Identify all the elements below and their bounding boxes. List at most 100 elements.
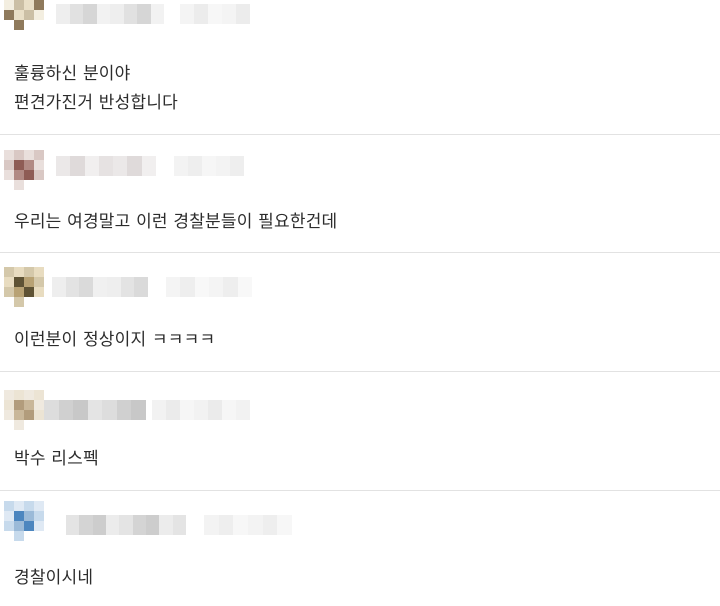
comment-author-row[interactable]: [0, 0, 720, 46]
mosaic-block: [69, 4, 83, 24]
mosaic-block: [123, 4, 137, 24]
avatar-mosaic-tile: [4, 390, 14, 400]
mosaic-block: [105, 515, 120, 535]
avatar-mosaic-tile: [4, 297, 14, 307]
author-name[interactable]: [66, 515, 186, 535]
comment-timestamp: [166, 277, 252, 297]
mosaic-block: [230, 156, 244, 176]
comment-timestamp: [152, 400, 250, 420]
avatar[interactable]: [4, 150, 44, 190]
avatar-mosaic-tile: [24, 10, 34, 20]
mosaic-block: [159, 515, 173, 535]
comment-item: 이런분이 정상이지 ㅋㅋㅋㅋ: [0, 253, 720, 372]
avatar-mosaic-tile: [4, 511, 14, 521]
author-name[interactable]: [56, 156, 156, 176]
avatar-mosaic-tile: [24, 287, 34, 297]
mosaic-block: [180, 4, 194, 24]
avatar-mosaic-tile: [24, 521, 34, 531]
mosaic-block: [194, 400, 208, 420]
mosaic-block: [116, 400, 132, 420]
mosaic-block: [180, 277, 195, 297]
avatar-mosaic-tile: [14, 521, 24, 531]
mosaic-block: [70, 156, 85, 176]
mosaic-block: [180, 400, 194, 420]
comment-text-line: 훌륭하신 분이야: [14, 64, 131, 84]
mosaic-block: [208, 277, 224, 297]
mosaic-block: [152, 400, 166, 420]
avatar-mosaic-tile: [34, 287, 44, 297]
avatar-mosaic-tile: [34, 277, 44, 287]
author-name[interactable]: [44, 400, 146, 420]
author-name[interactable]: [52, 277, 148, 297]
avatar[interactable]: [4, 390, 44, 430]
avatar-mosaic-tile: [4, 521, 14, 531]
author-name[interactable]: [56, 4, 164, 24]
avatar-mosaic-tile: [34, 170, 44, 180]
avatar-mosaic-tile: [14, 390, 24, 400]
mosaic-block: [98, 156, 114, 176]
mosaic-block: [222, 4, 236, 24]
avatar-mosaic-tile: [14, 277, 24, 287]
mosaic-block: [204, 515, 219, 535]
avatar-mosaic-tile: [4, 267, 14, 277]
avatar-mosaic-tile: [4, 410, 14, 420]
mosaic-block: [223, 277, 238, 297]
mosaic-block: [247, 515, 263, 535]
avatar-mosaic-tile: [34, 511, 44, 521]
mosaic-block: [208, 400, 222, 420]
comment-author-row[interactable]: [0, 134, 720, 194]
avatar-mosaic-tile: [34, 267, 44, 277]
mosaic-block: [222, 400, 236, 420]
comment-text-line: 이런분이 정상이지 ㅋㅋㅋㅋ: [14, 330, 216, 350]
avatar-mosaic-tile: [14, 150, 24, 160]
avatar-mosaic-tile: [34, 390, 44, 400]
avatar-mosaic-tile: [24, 150, 34, 160]
mosaic-block: [137, 4, 151, 24]
mosaic-block: [79, 277, 94, 297]
avatar-mosaic-tile: [34, 150, 44, 160]
avatar[interactable]: [4, 267, 44, 307]
avatar-mosaic-tile: [24, 400, 34, 410]
avatar[interactable]: [4, 501, 44, 541]
comment-text: 이런분이 정상이지 ㅋㅋㅋㅋ: [14, 326, 215, 355]
avatar-mosaic-tile: [14, 531, 24, 541]
avatar[interactable]: [4, 0, 44, 30]
avatar-mosaic-tile: [34, 501, 44, 511]
comment-text: 훌륭하신 분이야 편견가진거 반성합니다: [14, 60, 178, 118]
avatar-mosaic-tile: [34, 410, 44, 420]
mosaic-block: [56, 156, 71, 176]
mosaic-block: [216, 156, 230, 176]
avatar-mosaic-tile: [14, 297, 24, 307]
comment-author-row[interactable]: [0, 372, 720, 432]
mosaic-block: [52, 277, 66, 297]
avatar-mosaic-tile: [24, 410, 34, 420]
mosaic-block: [73, 400, 88, 420]
mosaic-block: [233, 515, 248, 535]
avatar-mosaic-tile: [14, 267, 24, 277]
comment-author-row[interactable]: [0, 491, 720, 551]
comment-timestamp: [180, 4, 250, 24]
mosaic-block: [87, 400, 103, 420]
avatar-mosaic-tile: [4, 501, 14, 511]
mosaic-block: [172, 515, 186, 535]
mosaic-block: [84, 156, 99, 176]
avatar-mosaic-tile: [4, 400, 14, 410]
avatar-mosaic-tile: [24, 531, 34, 541]
avatar-mosaic-tile: [34, 400, 44, 410]
avatar-mosaic-tile: [14, 511, 24, 521]
avatar-mosaic-tile: [24, 0, 34, 10]
comment-item: 박수 리스펙: [0, 372, 720, 491]
avatar-mosaic-tile: [34, 521, 44, 531]
avatar-mosaic-tile: [34, 420, 44, 430]
avatar-mosaic-tile: [14, 0, 24, 10]
avatar-mosaic-tile: [4, 20, 14, 30]
mosaic-block: [79, 515, 93, 535]
mosaic-block: [92, 515, 106, 535]
mosaic-block: [106, 277, 121, 297]
comment-author-row[interactable]: [0, 253, 720, 313]
comment-text: 우리는 여경말고 이런 경찰분들이 필요한건데: [14, 208, 337, 237]
avatar-mosaic-tile: [14, 410, 24, 420]
comment-text-line: 박수 리스펙: [14, 449, 99, 469]
mosaic-block: [66, 515, 80, 535]
avatar-mosaic-tile: [24, 267, 34, 277]
